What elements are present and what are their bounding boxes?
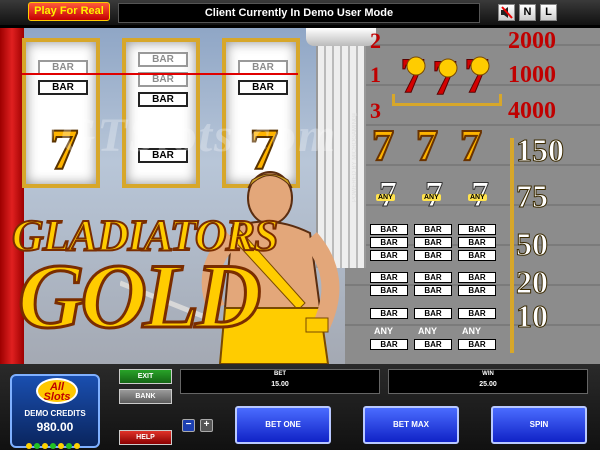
paytable-bar: BAR [458, 272, 496, 283]
paytable-bar: BAR [370, 339, 408, 350]
speaker-muted-icon [501, 6, 513, 19]
any-bar-label: ANY [462, 326, 482, 336]
win-label: WIN [482, 371, 494, 377]
decrease-coin-button[interactable]: − [182, 419, 195, 432]
exit-button[interactable]: EXIT [119, 369, 172, 384]
status-light [58, 443, 64, 449]
bet-label: BET [274, 371, 286, 377]
paytable-bar: BAR [458, 285, 496, 296]
paytable-bar: BAR [458, 339, 496, 350]
paytable-bar: BAR [458, 308, 496, 319]
paytable-bar: BAR [370, 237, 408, 248]
paytable-bar: BAR [458, 237, 496, 248]
slot-game-window: Play For Real Client Currently In Demo U… [0, 0, 600, 450]
paytable-bar: BAR [414, 308, 452, 319]
status-light [26, 443, 32, 449]
sound-toggle-button[interactable] [498, 4, 515, 21]
paytable-bar: BAR [370, 285, 408, 296]
demo-credits-label: DEMO CREDITS [24, 409, 86, 418]
payout-value: 20 [516, 264, 549, 301]
paytable-seven: 7 [459, 121, 483, 170]
paytable-bar: BAR [370, 224, 408, 235]
top-payout-value: 2000 [508, 28, 556, 54]
bank-button[interactable]: BANK [119, 389, 172, 404]
any-seven-label: ANY [468, 194, 487, 201]
control-panel: All Slots DEMO CREDITS 980.00 EXIT BANK … [0, 364, 600, 450]
paytable-bar: BAR [414, 285, 452, 296]
status-light [50, 443, 56, 449]
reel-symbol-bar: BAR [238, 80, 288, 95]
bet-value: 15.00 [271, 381, 289, 388]
reel-symbol-bar: BAR [38, 80, 88, 95]
paytable-bar: BAR [370, 308, 408, 319]
reel-symbol-bar: BAR [138, 52, 188, 67]
top-payout-value: 4000 [508, 98, 556, 124]
column-capital [306, 28, 376, 46]
casino-logo-panel: All Slots DEMO CREDITS 980.00 [10, 374, 100, 449]
paytable-seven: 7 [371, 121, 395, 170]
play-for-real-button[interactable]: Play For Real [28, 2, 110, 21]
game-area: BAR BAR 7 BAR BAR BAR BAR BAR BAR 7 IGTS… [0, 28, 600, 364]
paytable-bar: BAR [458, 224, 496, 235]
any-bar-label: ANY [418, 326, 438, 336]
paytable-bar: BAR [370, 250, 408, 261]
status-light [74, 443, 80, 449]
win-value: 25.00 [479, 381, 497, 388]
payline-indicator: 1 [370, 62, 381, 87]
paytable-bar: BAR [370, 272, 408, 283]
payout-value: 75 [516, 178, 549, 215]
normal-mode-button[interactable]: N [519, 4, 536, 21]
all-slots-logo: All Slots [36, 378, 78, 404]
status-light [42, 443, 48, 449]
help-button[interactable]: HELP [119, 430, 172, 445]
payline-indicator: 2 [370, 28, 381, 53]
increase-coin-button[interactable]: + [200, 419, 213, 432]
demo-mode-message: Client Currently In Demo User Mode [118, 3, 480, 23]
paytable-bar: BAR [414, 272, 452, 283]
triple-gold-seven-icon: 7 7 7 [400, 47, 490, 98]
any-seven-label: ANY [422, 194, 441, 201]
bet-display: BET 15.00 [180, 369, 380, 394]
payout-value: 10 [516, 298, 549, 335]
top-payout-value: 1000 [508, 62, 556, 88]
paytable-bar: BAR [458, 250, 496, 261]
payline [22, 73, 298, 75]
paytable-bar: BAR [414, 237, 452, 248]
status-light [66, 443, 72, 449]
watermark-text: IGTSlots.com [40, 109, 338, 162]
paytable-bar: BAR [414, 224, 452, 235]
paytable-divider [510, 138, 514, 353]
demo-credits-value: 980.00 [36, 420, 74, 434]
spin-button[interactable]: SPIN [491, 406, 587, 444]
game-logo-gold: GOLD [17, 245, 264, 347]
status-lights [26, 436, 86, 449]
paytable-bar: BAR [414, 339, 452, 350]
top-bar: Play For Real Client Currently In Demo U… [0, 0, 600, 27]
paytable-seven: 7 [415, 121, 439, 170]
any-seven-label: ANY [376, 194, 395, 201]
any-bar-label: ANY [374, 326, 394, 336]
payout-value: 50 [516, 226, 549, 263]
payout-value: 150 [516, 132, 565, 169]
win-display: WIN 25.00 [388, 369, 588, 394]
layout-mode-button[interactable]: L [540, 4, 557, 21]
paytable-bar: BAR [414, 250, 452, 261]
payline-bracket [392, 94, 502, 106]
bet-max-button[interactable]: BET MAX [363, 406, 459, 444]
status-light [34, 443, 40, 449]
bet-one-button[interactable]: BET ONE [235, 406, 331, 444]
reel-symbol-bar: BAR [138, 92, 188, 107]
